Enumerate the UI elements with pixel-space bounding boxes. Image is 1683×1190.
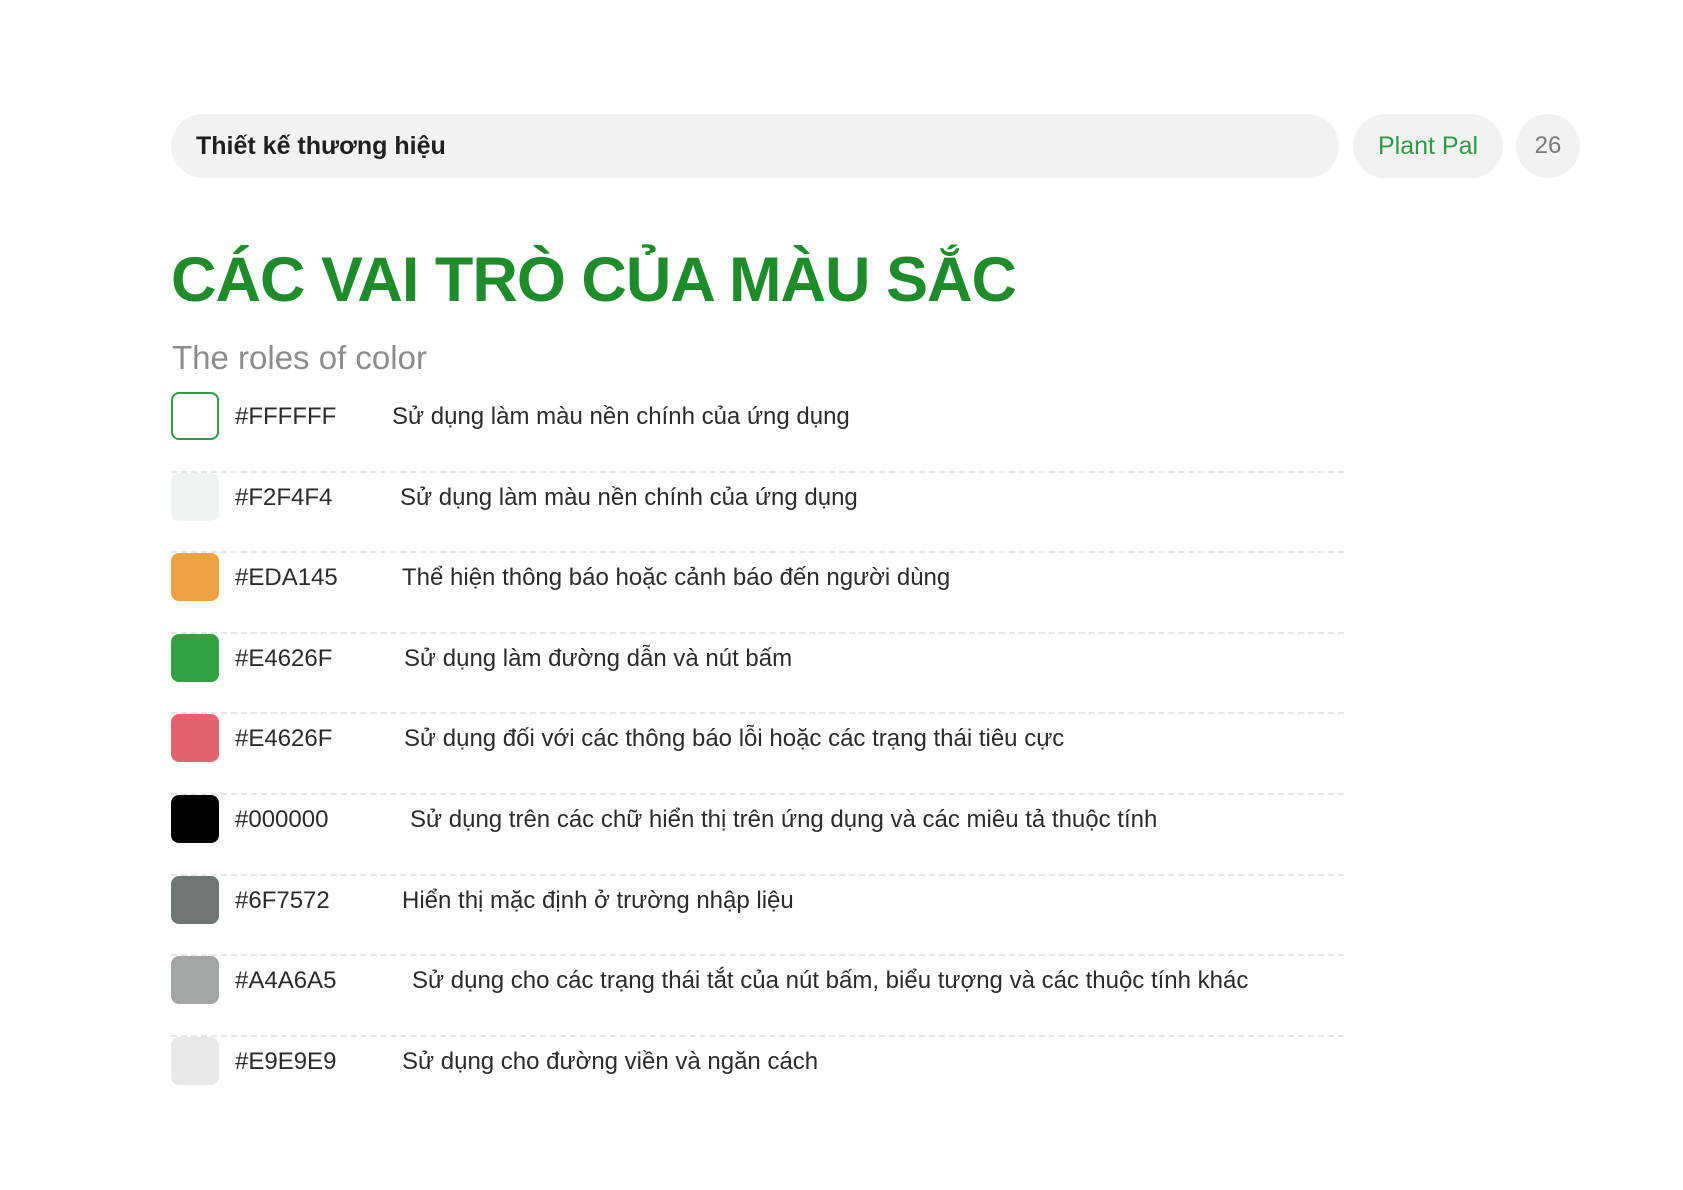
color-swatch: [171, 553, 219, 602]
color-role-description: Hiển thị mặc định ở trường nhập liệu: [402, 886, 794, 914]
color-swatch: [171, 1036, 219, 1085]
color-role-description: Sử dụng đối với các thông báo lỗi hoặc c…: [404, 725, 1065, 753]
hex-code: #E4626F: [235, 725, 333, 753]
color-row: #E4626F Sử dụng làm đường dẫn và nút bấm: [171, 633, 1344, 715]
color-role-description: Thể hiện thông báo hoặc cảnh báo đến ngư…: [402, 564, 951, 592]
color-swatch: [171, 794, 219, 843]
color-role-description: Sử dụng cho các trạng thái tắt của nút b…: [412, 967, 1249, 995]
color-role-description: Sử dụng cho đường viền và ngăn cách: [402, 1047, 819, 1075]
color-row: #F2F4F4 Sử dụng làm màu nền chính của ứn…: [171, 472, 1344, 554]
color-swatch: [171, 472, 219, 521]
color-row: #E9E9E9 Sử dụng cho đường viền và ngăn c…: [171, 1036, 1344, 1118]
page-number-pill: 26: [1516, 114, 1580, 178]
color-role-description: Sử dụng làm đường dẫn và nút bấm: [404, 644, 793, 672]
color-row: #A4A6A5 Sử dụng cho các trạng thái tắt c…: [171, 956, 1344, 1037]
page-subtitle: The roles of color: [172, 339, 427, 376]
color-swatch: [171, 714, 219, 763]
hex-code: #E4626F: [235, 644, 333, 672]
color-row: #E4626F Sử dụng đối với các thông báo lỗ…: [171, 714, 1344, 795]
color-row: #6F7572 Hiển thị mặc định ở trường nhập …: [171, 875, 1344, 957]
color-swatch: [171, 875, 219, 924]
color-swatch: [171, 392, 219, 440]
section-label: Thiết kế thương hiệu: [196, 131, 446, 160]
hex-code: #A4A6A5: [235, 967, 337, 995]
hex-code: #FFFFFF: [235, 403, 337, 430]
brand-name: Plant Pal: [1377, 131, 1479, 160]
hex-code: #F2F4F4: [235, 483, 333, 511]
hex-code: #E9E9E9: [235, 1047, 337, 1075]
brand-pill: Plant Pal: [1353, 114, 1503, 178]
color-role-description: Sử dụng trên các chữ hiển thị trên ứng d…: [410, 805, 1158, 833]
page-title: CÁC VAI TRÒ CỦA MÀU SẮC: [171, 245, 1017, 315]
color-row: #EDA145 Thể hiện thông báo hoặc cảnh báo…: [171, 553, 1344, 634]
color-role-list: #FFFFFF Sử dụng làm màu nền chính của ứn…: [171, 392, 1344, 1117]
color-swatch: [171, 633, 219, 682]
page-number: 26: [1534, 132, 1562, 159]
color-swatch: [171, 956, 219, 1005]
color-role-description: Sử dụng làm màu nền chính của ứng dụng: [392, 403, 850, 430]
hex-code: #EDA145: [235, 564, 338, 592]
hex-code: #000000: [235, 805, 329, 833]
color-role-description: Sử dụng làm màu nền chính của ứng dụng: [400, 483, 858, 511]
color-row: #000000 Sử dụng trên các chữ hiển thị tr…: [171, 794, 1344, 876]
section-label-pill: Thiết kế thương hiệu: [171, 114, 1339, 178]
hex-code: #6F7572: [235, 886, 330, 914]
color-row: #FFFFFF Sử dụng làm màu nền chính của ứn…: [171, 392, 1344, 473]
